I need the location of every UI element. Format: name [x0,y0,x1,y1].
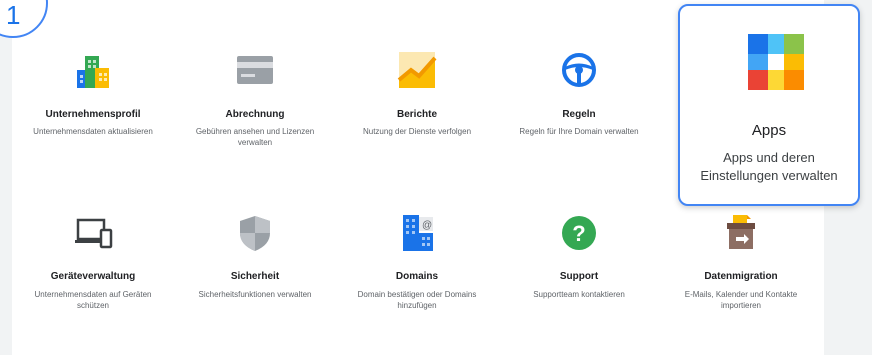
tile-security[interactable]: Sicherheit Sicherheitsfunktionen verwalt… [174,0,336,340]
domains-icon: @ [403,215,433,251]
apps-description: Apps und deren Einstellungen verwalten [700,150,838,183]
tile-device-management[interactable]: Geräteverwaltung Unternehmensdaten auf G… [12,0,174,340]
tile-description: Sicherheitsfunktionen verwalten [198,290,312,299]
tile-description: Supportteam kontaktieren [533,290,625,299]
tile-title: Sicherheit [230,271,280,282]
tile-title: Support [559,271,599,282]
apps-title: Apps [751,122,787,139]
svg-text:@: @ [422,220,432,231]
tile-title: Geräteverwaltung [50,271,136,282]
tile-domains[interactable]: @ Domains Domain bestätigen oder Domains… [336,0,498,340]
tile-support[interactable]: ? Support Supportteam kontaktieren [498,0,660,340]
apps-grid-icon [748,34,804,90]
tile-title: Domains [395,271,439,282]
data-migration-icon [727,215,755,249]
step-number: 1 [6,0,21,30]
tile-description: E-Mails, Kalender und Kontakte importier… [684,290,798,310]
devices-icon [75,218,113,249]
support-question-icon: ? [562,216,596,250]
tile-title: Datenmigration [704,271,778,282]
tile-description: Domain bestätigen oder Domains hinzufüge… [357,290,477,310]
svg-text:?: ? [572,221,585,246]
security-shield-icon [240,216,270,251]
tile-description: Unternehmensdaten auf Geräten schützen [34,290,152,310]
apps-callout-tile[interactable]: Apps Apps und deren Einstellungen verwal… [678,4,860,206]
